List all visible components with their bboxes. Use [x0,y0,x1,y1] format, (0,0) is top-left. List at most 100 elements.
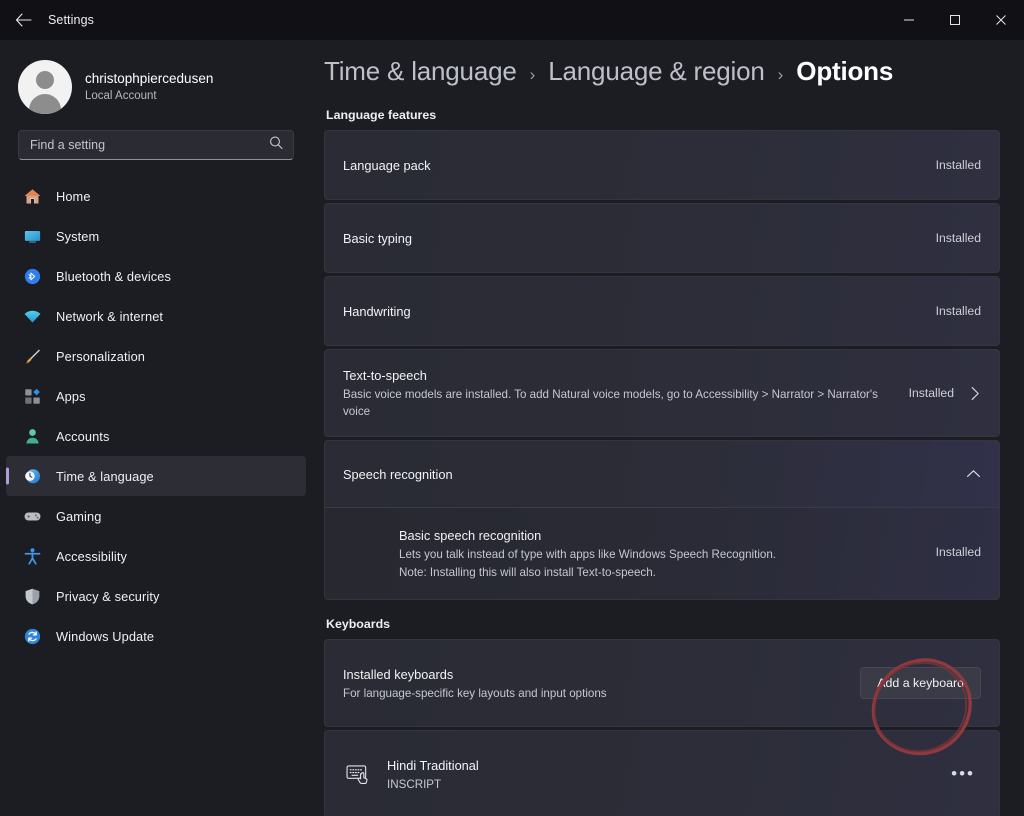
update-icon [20,625,44,647]
row-title: Handwriting [343,303,411,319]
account-type: Local Account [85,90,157,102]
close-icon [996,15,1006,25]
speech-recognition-row[interactable]: Speech recognition [325,441,999,507]
sidebar-nav: Home System Bluetooth & devices Network … [0,176,312,656]
row-description: For language-specific key layouts and in… [343,686,607,700]
search-container [0,118,312,160]
add-a-keyboard-button[interactable]: Add a keyboard [860,667,981,699]
system-icon [20,225,44,247]
sidebar-item-personalization[interactable]: Personalization [6,336,306,376]
breadcrumb-item-language-region[interactable]: Language & region [548,56,765,87]
shield-icon [20,585,44,607]
minimize-icon [904,19,914,21]
sidebar-item-label: Accounts [56,428,110,444]
sidebar-item-home[interactable]: Home [6,176,306,216]
gamepad-icon [20,505,44,527]
network-icon [20,305,44,327]
basic-speech-recognition-row[interactable]: Basic speech recognition Lets you talk i… [325,507,999,599]
clock-globe-icon [20,465,44,487]
sidebar-item-apps[interactable]: Apps [6,376,306,416]
accounts-icon [20,425,44,447]
search-box[interactable] [18,130,294,160]
accessibility-icon [20,545,44,567]
sidebar-item-windows-update[interactable]: Windows Update [6,616,306,656]
sidebar-item-network[interactable]: Network & internet [6,296,306,336]
sidebar: christophpiercedusen Local Account Find … [0,40,312,816]
basic-typing-row[interactable]: Basic typing Installed [324,203,1000,273]
sidebar-item-label: Network & internet [56,308,164,324]
search-input[interactable] [19,138,293,152]
home-icon [20,185,44,207]
chevron-right-icon[interactable] [970,386,981,401]
account-card[interactable]: christophpiercedusen Local Account [0,40,312,118]
status-badge: Installed [935,158,981,172]
row-title: Text-to-speech [343,368,427,383]
sidebar-item-label: Gaming [56,508,102,524]
row-text: Hindi Traditional INSCRIPT [387,756,945,793]
account-name: christophpiercedusen [85,71,214,86]
settings-window: Settings christophpiercedusen Local Acco… [0,0,1024,816]
row-description-line1: Lets you talk instead of type with apps … [399,548,777,561]
row-title: Installed keyboards [343,666,454,682]
language-pack-row[interactable]: Language pack Installed [324,130,1000,200]
chevron-up-icon[interactable] [966,469,981,479]
sidebar-item-label: Bluetooth & devices [56,268,172,284]
row-title: Speech recognition [343,466,453,482]
installed-keyboards-row: Installed keyboards For language-specifi… [324,639,1000,727]
window-body: christophpiercedusen Local Account Find … [0,40,1024,816]
close-button[interactable] [978,0,1024,40]
sidebar-item-gaming[interactable]: Gaming [6,496,306,536]
window-title: Settings [48,13,94,27]
keyboard-icon [343,764,373,785]
keyboard-layout: INSCRIPT [387,777,442,791]
breadcrumb: Time & language › Language & region › Op… [324,40,1000,102]
row-title: Language pack [343,157,431,173]
handwriting-row[interactable]: Handwriting Installed [324,276,1000,346]
sidebar-item-label: Home [56,188,91,204]
text-to-speech-row[interactable]: Text-to-speech Basic voice models are in… [324,349,1000,437]
section-title-language-features: Language features [326,108,437,122]
breadcrumb-item-time-language[interactable]: Time & language [324,56,517,87]
row-text: Language pack [343,156,936,175]
avatar [18,60,72,114]
bluetooth-icon [20,265,44,287]
sidebar-item-accessibility[interactable]: Accessibility [6,536,306,576]
row-text: Installed keyboards For language-specifi… [343,665,860,702]
sidebar-item-label: Personalization [56,348,145,364]
speech-recognition-expander: Speech recognition Basic speech recognit… [324,440,1000,600]
breadcrumb-item-options: Options [796,56,894,86]
maximize-icon [950,15,960,25]
breadcrumb-separator: › [529,65,536,84]
sidebar-item-label: Accessibility [56,548,127,564]
sidebar-item-label: Privacy & security [56,588,160,604]
title-bar: Settings [0,0,1024,40]
sidebar-item-system[interactable]: System [6,216,306,256]
sidebar-item-accounts[interactable]: Accounts [6,416,306,456]
sidebar-item-time-language[interactable]: Time & language [6,456,306,496]
sidebar-item-label: Apps [56,388,86,404]
search-icon [269,136,283,155]
status-badge: Installed [908,386,954,400]
sidebar-item-privacy-security[interactable]: Privacy & security [6,576,306,616]
row-text: Handwriting [343,302,936,321]
main-content: Time & language › Language & region › Op… [312,40,1024,816]
keyboard-name: Hindi Traditional [387,757,479,773]
keyboard-list-item[interactable]: Hindi Traditional INSCRIPT ••• [324,730,1000,816]
row-text: Basic speech recognition Lets you talk i… [399,526,936,581]
sidebar-item-bluetooth[interactable]: Bluetooth & devices [6,256,306,296]
back-button[interactable] [0,0,46,40]
row-title: Basic speech recognition [399,528,542,543]
account-text: christophpiercedusen Local Account [85,70,213,104]
selection-indicator [6,467,9,485]
status-badge: Installed [935,304,981,318]
more-options-button[interactable]: ••• [945,764,981,784]
status-badge: Installed [935,231,981,245]
minimize-button[interactable] [886,0,932,40]
row-text: Speech recognition [343,465,950,484]
paintbrush-icon [20,345,44,367]
row-description: Basic voice models are installed. To add… [343,388,878,418]
section-title-keyboards: Keyboards [326,617,391,631]
row-text: Text-to-speech Basic voice models are in… [343,366,909,420]
breadcrumb-separator: › [777,65,784,84]
maximize-button[interactable] [932,0,978,40]
